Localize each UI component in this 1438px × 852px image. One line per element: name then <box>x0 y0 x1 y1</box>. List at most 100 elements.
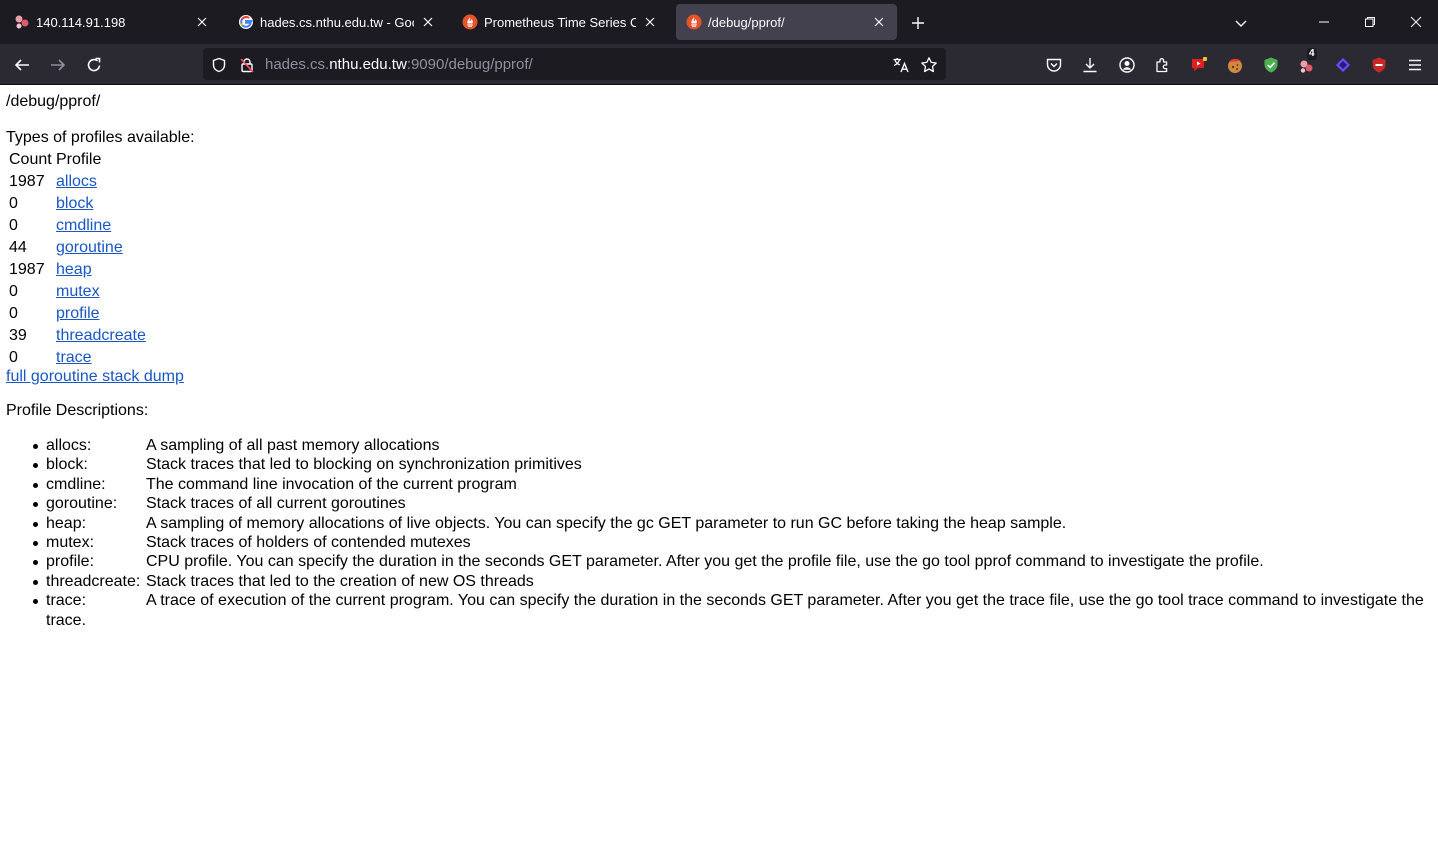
pocket-icon[interactable] <box>1043 54 1065 76</box>
list-item: profile: CPU profile. You can specify th… <box>33 552 1432 571</box>
navigation-toolbar: hades.cs.nthu.edu.tw:9090/debug/pprof/ 4 <box>0 44 1438 85</box>
google-icon <box>238 14 254 30</box>
profile-count: 1987 <box>9 173 45 190</box>
back-button[interactable] <box>8 51 36 79</box>
description-name: mutex: <box>46 534 95 552</box>
minimize-icon <box>1319 21 1329 23</box>
profile-link-heap[interactable]: heap <box>56 261 92 278</box>
insecure-lock-icon[interactable] <box>238 56 256 74</box>
description-text: Stack traces that led to the creation of… <box>146 572 534 590</box>
tab-title: /debug/pprof/ <box>708 14 785 30</box>
hamburger-menu-icon[interactable] <box>1404 54 1426 76</box>
close-icon[interactable] <box>640 12 660 32</box>
tracking-protection-shield-icon[interactable] <box>210 56 228 74</box>
table-row: 0 profile <box>9 304 146 324</box>
table-row: 0 trace <box>9 348 146 368</box>
extensions-puzzle-icon[interactable] <box>1152 54 1174 76</box>
cookie-extension-icon[interactable] <box>1224 54 1246 76</box>
close-window-button[interactable] <box>1401 8 1431 36</box>
url-prefix: hades.cs. <box>265 56 330 73</box>
profile-link-trace[interactable]: trace <box>56 349 92 366</box>
reload-icon <box>87 57 101 72</box>
prometheus-icon <box>462 14 478 30</box>
reload-button[interactable] <box>80 51 108 79</box>
profile-link-profile[interactable]: profile <box>56 305 100 322</box>
profile-count: 1987 <box>9 261 45 278</box>
table-row: 0 mutex <box>9 282 146 302</box>
tab-title: hades.cs.nthu.edu.tw - Google <box>260 14 414 30</box>
page-title: /debug/pprof/ <box>6 93 101 110</box>
extension-badge: 4 <box>1307 48 1317 60</box>
shield-extension-icon[interactable] <box>1260 54 1282 76</box>
description-name: threadcreate: <box>46 572 141 590</box>
description-continuation: trace. <box>46 611 87 629</box>
profile-link-threadcreate[interactable]: threadcreate <box>56 327 146 344</box>
url-text[interactable]: hades.cs.nthu.edu.tw:9090/debug/pprof/ <box>265 56 533 73</box>
types-heading: Types of profiles available: <box>6 129 195 146</box>
list-all-tabs-button[interactable] <box>1228 10 1254 36</box>
youtube-extension-icon[interactable] <box>1188 54 1210 76</box>
table-header-row: Count Profile <box>9 150 146 170</box>
minimize-button[interactable] <box>1309 8 1339 36</box>
tab-ip[interactable]: 140.114.91.198 <box>4 4 220 40</box>
forward-button[interactable] <box>44 51 72 79</box>
close-icon[interactable] <box>418 12 438 32</box>
description-name: goroutine: <box>46 495 118 513</box>
table-row: 0 block <box>9 194 146 214</box>
list-item: goroutine: Stack traces of all current g… <box>33 494 1432 513</box>
profile-link-allocs[interactable]: allocs <box>56 173 97 190</box>
restore-button[interactable] <box>1355 8 1385 36</box>
address-bar[interactable]: hades.cs.nthu.edu.tw:9090/debug/pprof/ <box>203 48 946 80</box>
tab-bar: 140.114.91.198 hades.cs.nthu.edu.tw - Go… <box>0 0 1438 44</box>
profile-link-cmdline[interactable]: cmdline <box>56 217 111 234</box>
list-item: block: Stack traces that led to blocking… <box>33 455 1432 474</box>
table-row: 0 cmdline <box>9 216 146 236</box>
description-name: cmdline: <box>46 475 106 493</box>
list-item: allocs: A sampling of all past memory al… <box>33 436 1432 455</box>
new-tab-button[interactable] <box>905 10 931 36</box>
description-text: CPU profile. You can specify the duratio… <box>146 553 1264 571</box>
description-text: A trace of execution of the current prog… <box>146 592 1424 610</box>
tab-debug-pprof[interactable]: /debug/pprof/ <box>676 4 897 40</box>
description-name: allocs: <box>46 437 92 454</box>
account-icon[interactable] <box>1116 54 1138 76</box>
profile-link-block[interactable]: block <box>56 195 93 212</box>
description-text: Stack traces of all current goroutines <box>146 495 406 513</box>
tab-prometheus[interactable]: Prometheus Time Series Colle <box>452 4 668 40</box>
description-text: A sampling of all past memory allocation… <box>146 437 440 454</box>
full-goroutine-stack-dump-link[interactable]: full goroutine stack dump <box>6 368 184 386</box>
list-item: trace: A trace of execution of the curre… <box>33 591 1432 610</box>
arrow-right-icon <box>51 59 66 71</box>
profile-descriptions-list: allocs: A sampling of all past memory al… <box>33 436 1432 630</box>
prometheus-cluster-icon <box>14 14 30 30</box>
table-row: 44 goroutine <box>9 238 146 258</box>
translate-icon[interactable] <box>892 56 910 74</box>
profile-count: 0 <box>9 195 18 212</box>
description-text: Stack traces of holders of contended mut… <box>146 534 471 552</box>
profile-link-mutex[interactable]: mutex <box>56 283 100 300</box>
description-text: A sampling of memory allocations of live… <box>146 514 1067 532</box>
close-icon <box>1410 16 1422 28</box>
count-header: Count <box>9 151 52 168</box>
downloads-icon[interactable] <box>1079 54 1101 76</box>
profile-header: Profile <box>56 151 102 168</box>
tab-title: 140.114.91.198 <box>36 14 126 30</box>
url-domain: nthu.edu.tw <box>329 56 407 73</box>
list-item: heap: A sampling of memory allocations o… <box>33 514 1432 533</box>
bookmark-star-icon[interactable] <box>920 56 938 74</box>
tab-title: Prometheus Time Series Colle <box>484 14 636 30</box>
profile-count: 44 <box>9 239 27 256</box>
list-item: threadcreate: Stack traces that led to t… <box>33 572 1432 591</box>
ublock-origin-icon[interactable] <box>1368 54 1390 76</box>
chevron-down-icon <box>1235 20 1247 27</box>
list-item: cmdline: The command line invocation of … <box>33 475 1432 494</box>
close-icon[interactable] <box>192 12 212 32</box>
proton-vpn-extension-icon[interactable] <box>1332 54 1354 76</box>
url-suffix: :9090/debug/pprof/ <box>406 56 533 73</box>
description-name: block: <box>46 456 88 474</box>
close-icon[interactable] <box>869 12 889 32</box>
profile-link-goroutine[interactable]: goroutine <box>56 239 123 256</box>
prometheus-cluster-extension-icon[interactable]: 4 <box>1296 48 1318 76</box>
profile-count: 0 <box>9 217 18 234</box>
tab-google[interactable]: hades.cs.nthu.edu.tw - Google <box>228 4 446 40</box>
